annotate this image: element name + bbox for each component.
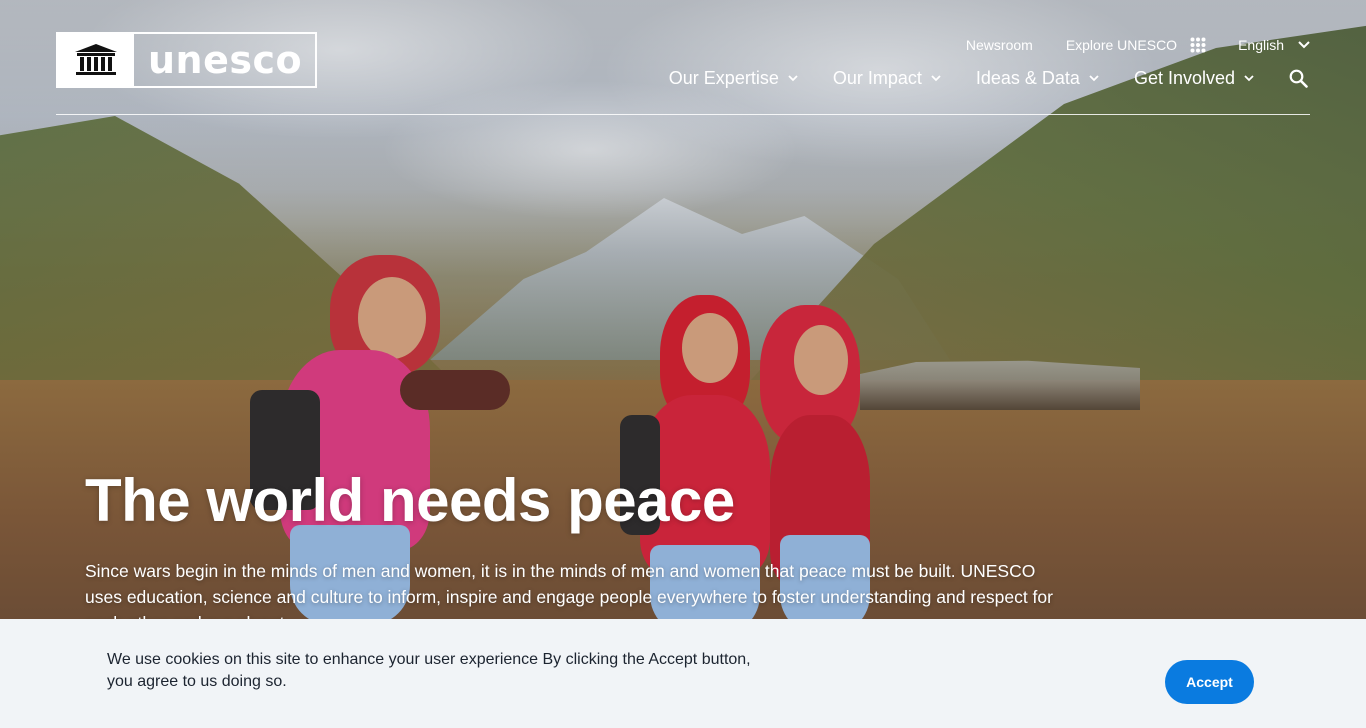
logo-wordmark: unesco: [148, 38, 303, 82]
site-header: unesco Newsroom Explore UNESCO English O…: [56, 32, 1310, 115]
unesco-logo[interactable]: unesco: [56, 32, 317, 88]
cookie-banner-edge: [1283, 619, 1366, 728]
chevron-down-icon: [1244, 74, 1254, 81]
temple-icon: [58, 34, 134, 86]
chevron-down-icon: [788, 74, 798, 81]
nav-label: Get Involved: [1133, 67, 1235, 88]
language-selector[interactable]: English: [1238, 37, 1310, 53]
chevron-down-icon: [1298, 41, 1310, 49]
cookie-banner-edge: [0, 619, 83, 728]
nav-label: Our Expertise: [668, 67, 779, 88]
nav-label: Ideas & Data: [975, 67, 1080, 88]
explore-unesco-label: Explore UNESCO: [1065, 37, 1178, 53]
chevron-down-icon: [1089, 74, 1099, 81]
chevron-down-icon: [931, 74, 941, 81]
nav-our-expertise[interactable]: Our Expertise: [669, 68, 798, 89]
search-icon: [1289, 69, 1308, 88]
search-button[interactable]: [1289, 69, 1308, 88]
nav-ideas-data[interactable]: Ideas & Data: [976, 68, 1099, 89]
language-label: English: [1238, 37, 1284, 53]
main-nav: Our Expertise Our Impact Ideas & Data Ge…: [669, 66, 1310, 90]
grid-icon: [1190, 37, 1206, 53]
cookie-banner: We use cookies on this site to enhance y…: [83, 619, 1283, 728]
hero-title: The world needs peace: [85, 467, 735, 534]
nav-get-involved[interactable]: Get Involved: [1134, 68, 1254, 89]
utility-nav: Newsroom Explore UNESCO English: [966, 34, 1310, 56]
accept-button[interactable]: Accept: [1165, 660, 1254, 704]
cookie-message: We use cookies on this site to enhance y…: [107, 651, 751, 690]
nav-label: Our Impact: [832, 67, 922, 88]
explore-unesco-link[interactable]: Explore UNESCO: [1066, 37, 1206, 53]
nav-our-impact[interactable]: Our Impact: [833, 68, 941, 89]
newsroom-link[interactable]: Newsroom: [966, 37, 1033, 53]
